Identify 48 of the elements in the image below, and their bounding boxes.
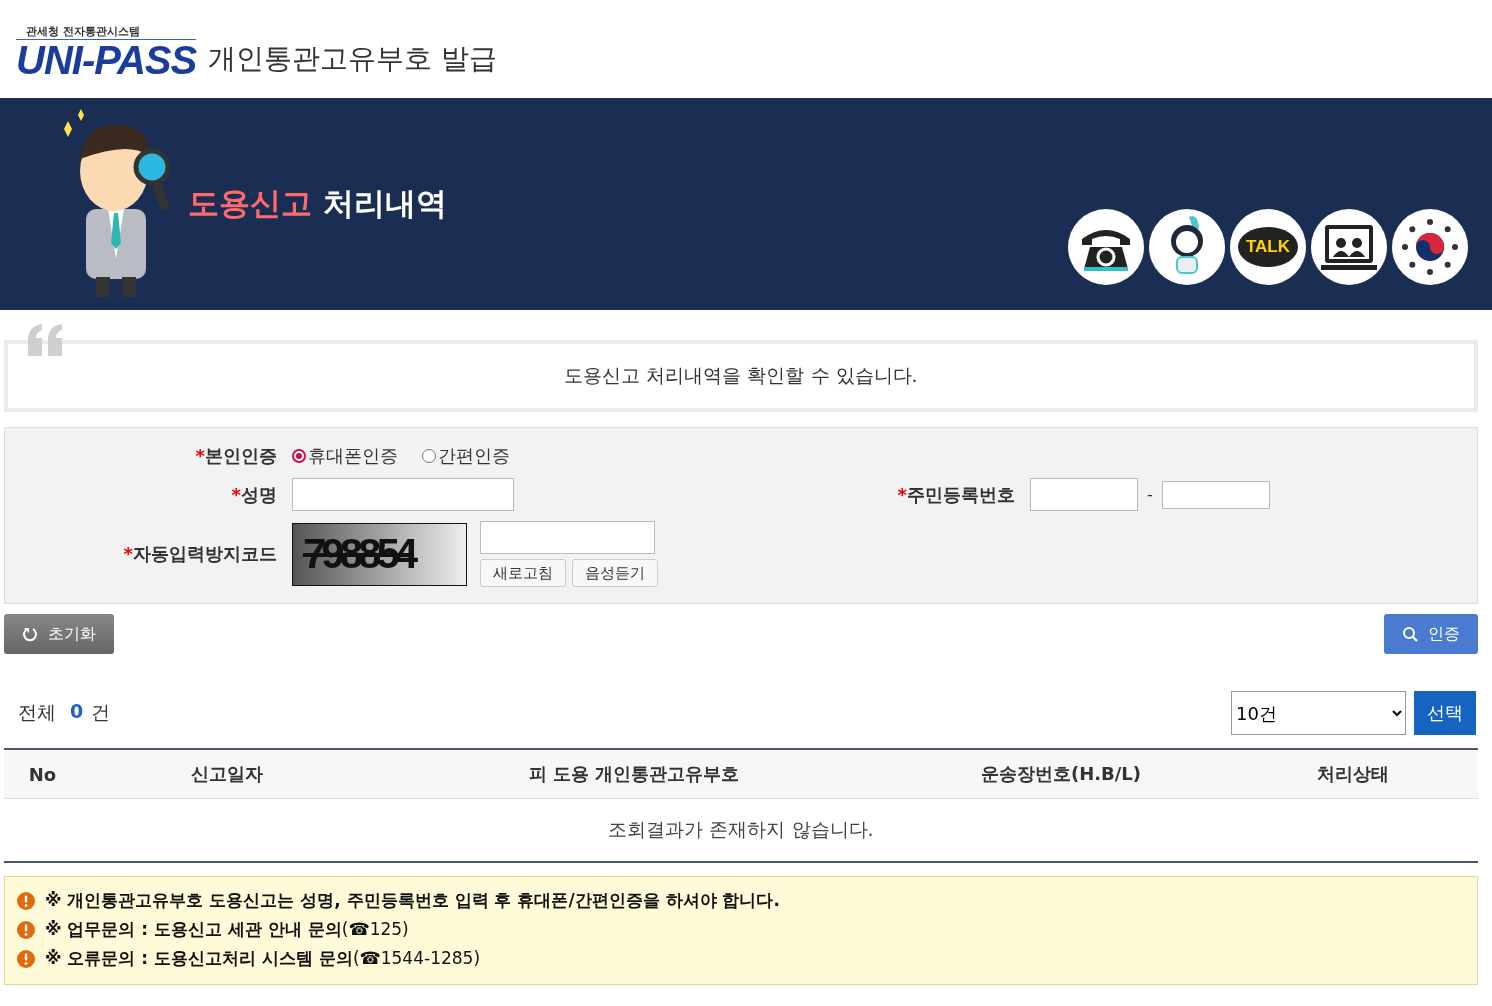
page-title: 개인통관고유부호 발급: [208, 41, 498, 77]
warning-icon: [17, 920, 35, 939]
id-number-field[interactable]: [1161, 480, 1270, 509]
empty-message: 조회결과가 존재하지 않습니다.: [4, 798, 1478, 862]
separator-text: -: [1147, 485, 1153, 504]
total-label: 전체: [18, 700, 56, 725]
warning-icon: [17, 891, 35, 910]
quote-icon: [26, 324, 64, 356]
captcha-field[interactable]: [480, 521, 655, 554]
reset-button[interactable]: 초기화: [4, 614, 114, 654]
notice-text: ※ 오류문의 : 도용신고처리 시스템 문의(☎1544-1285): [45, 947, 481, 970]
count-unit: 건: [91, 700, 111, 725]
total-count: 0: [70, 700, 84, 724]
field-label: *본인인증: [194, 444, 277, 468]
banner-title: 도용신고 처리내역: [188, 184, 447, 223]
notice-text: ※ 개인통관고유부호 도용신고는 성명, 주민등록번호 입력 후 휴대폰/간편인증을 하셔야 합니다.: [45, 889, 780, 912]
video-call-icon[interactable]: [1311, 209, 1387, 285]
bunny-mascot-icon[interactable]: [1149, 209, 1225, 285]
select-button[interactable]: 선택: [1414, 691, 1476, 735]
field-label: *성명: [230, 482, 277, 507]
auth-button[interactable]: 인증: [1384, 614, 1478, 654]
radio-option[interactable]: 휴대폰인증: [292, 444, 398, 468]
id-number-field[interactable]: [1030, 478, 1138, 511]
radio-option[interactable]: 간편인증: [422, 444, 510, 468]
logo-wordmark[interactable]: UNI-PASS: [16, 40, 197, 80]
page-size-dropdown[interactable]: 10건: [1231, 691, 1406, 735]
captcha-button[interactable]: 새로고침: [480, 559, 566, 587]
radio-button[interactable]: [422, 449, 436, 463]
field-label: *자동입력방지코드: [122, 542, 277, 566]
column-header: 처리상태: [1227, 749, 1478, 799]
radio-button[interactable]: [292, 449, 306, 463]
refresh-icon: [22, 626, 38, 642]
search-icon: [1402, 626, 1418, 642]
name-field[interactable]: [292, 478, 514, 511]
warning-icon: [17, 949, 35, 968]
captcha-image: 798854: [292, 522, 467, 586]
intro-text: 도용신고 처리내역을 확인할 수 있습니다.: [564, 363, 918, 388]
telephone-icon[interactable]: [1068, 209, 1144, 285]
column-header: 운송장번호(H.B/L): [895, 749, 1227, 799]
column-header: No: [4, 749, 81, 799]
logo-caption: 관세청 전자통관시스템: [16, 24, 196, 40]
notice-text: ※ 업무문의 : 도용신고 세관 안내 문의(☎125): [45, 918, 409, 941]
field-label: *주민등록번호: [896, 482, 1015, 507]
column-header: 신고일자: [81, 749, 373, 799]
chat-bubble-icon[interactable]: TALK: [1230, 209, 1306, 285]
government-emblem-icon[interactable]: [1392, 209, 1468, 285]
captcha-button[interactable]: 음성듣기: [572, 559, 658, 587]
column-header: 피 도용 개인통관고유부호: [373, 749, 895, 799]
